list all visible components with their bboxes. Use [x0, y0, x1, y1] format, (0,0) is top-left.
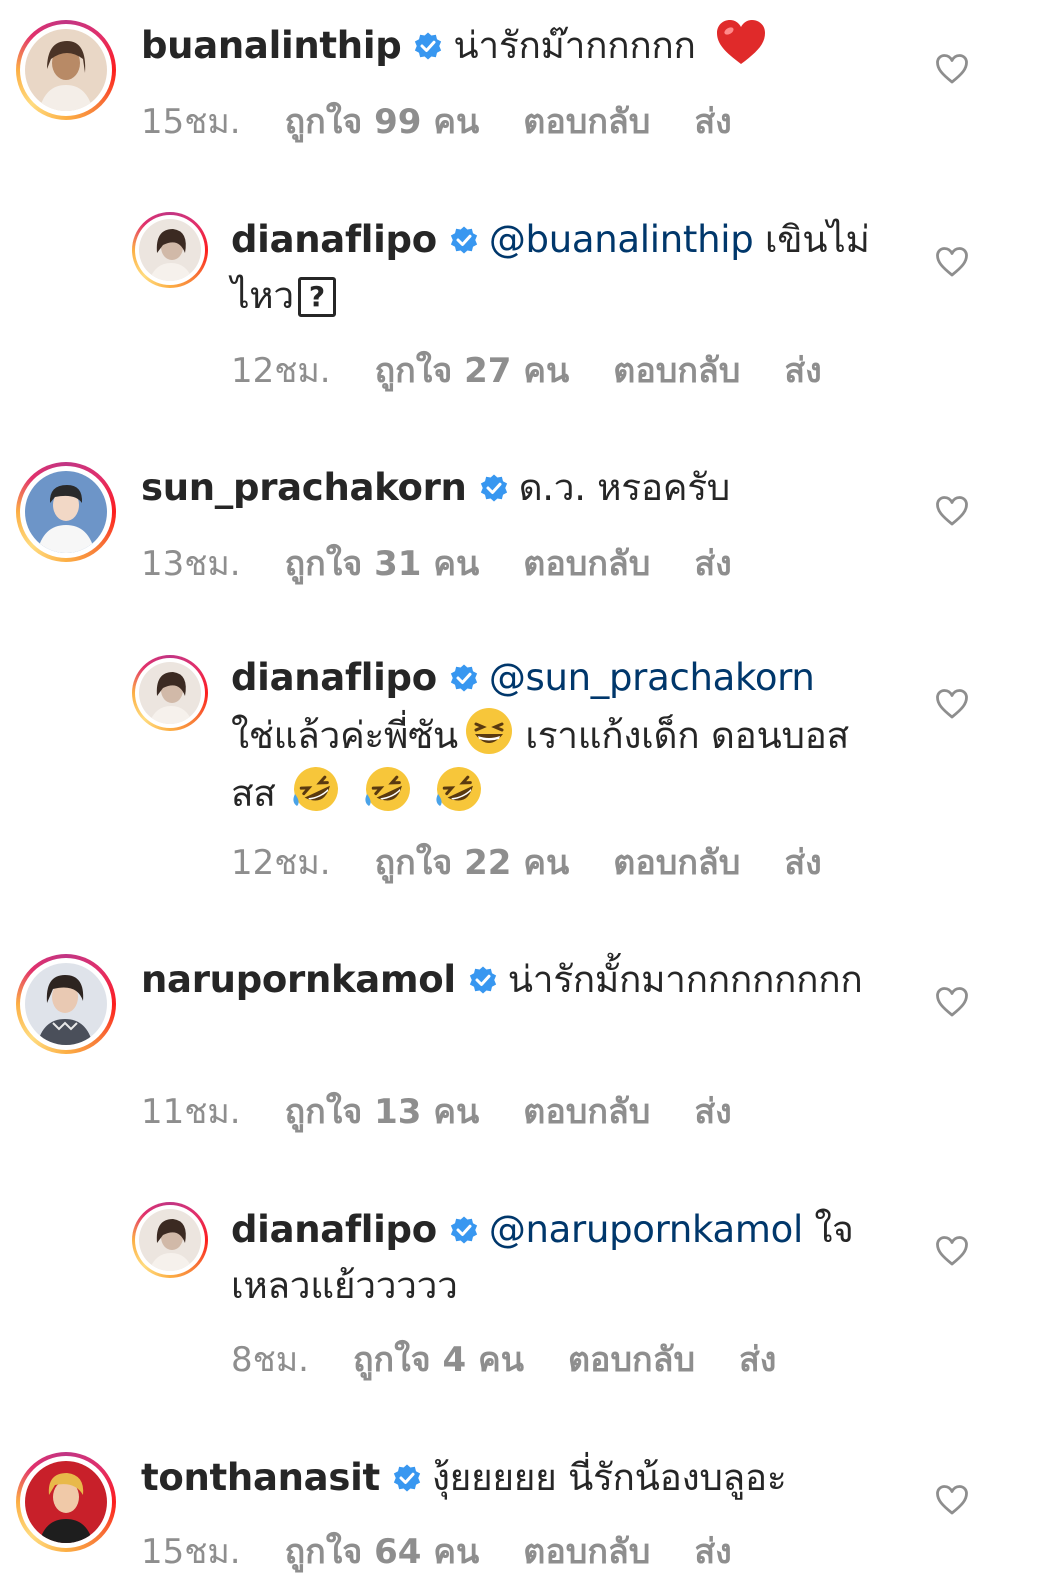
comment-body: น่ารักม๊ากกกกก	[453, 24, 696, 67]
comment-username[interactable]: buanalinthip	[141, 24, 402, 67]
comment-body: ด.ว. หรอครับ	[518, 466, 731, 509]
like-heart-icon[interactable]	[935, 1484, 969, 1516]
likes-count[interactable]: ถูกใจ 13 คน	[285, 1092, 480, 1132]
reply-button[interactable]: ตอบกลับ	[523, 1532, 650, 1572]
avatar-story-ring[interactable]	[132, 1202, 208, 1278]
reply-button[interactable]: ตอบกลับ	[613, 843, 740, 883]
comment-body: งุ้ยยยยย นี่รักน้องบลูอะ	[431, 1456, 787, 1499]
send-button[interactable]: ส่ง	[694, 1532, 731, 1572]
comment-time: 13ชม.	[141, 544, 241, 584]
comment-body: น่ารักมั้กมากกกกกกกก	[507, 958, 863, 1001]
reply-button[interactable]: ตอบกลับ	[613, 351, 740, 391]
avatar	[25, 29, 107, 111]
like-heart-icon[interactable]	[935, 1235, 969, 1267]
send-button[interactable]: ส่ง	[739, 1340, 776, 1380]
reply-button[interactable]: ตอบกลับ	[568, 1340, 695, 1380]
avatar	[25, 963, 107, 1045]
likes-count[interactable]: ถูกใจ 31 คน	[285, 544, 480, 584]
comment-username[interactable]: dianaflipo	[231, 218, 437, 261]
verified-badge-icon	[450, 1216, 477, 1244]
comment-text: tonthanasit งุ้ยยยยย นี่รักน้องบลูอะ	[141, 1450, 881, 1506]
like-heart-icon[interactable]	[935, 53, 969, 85]
comment-username[interactable]: tonthanasit	[141, 1456, 380, 1499]
comment-text: narupornkamol น่ารักมั้กมากกกกกกกก	[141, 952, 881, 1008]
laughing-emoji-group	[289, 764, 486, 830]
comment-meta: 12ชม. ถูกใจ 22 คน ตอบกลับ ส่ง	[231, 835, 866, 889]
avatar	[139, 219, 201, 281]
send-button[interactable]: ส่ง	[694, 102, 731, 142]
verified-badge-icon	[415, 32, 442, 60]
reply-button[interactable]: ตอบกลับ	[523, 1092, 650, 1132]
like-heart-icon[interactable]	[935, 986, 969, 1018]
mention-link[interactable]: @buanalinthip	[489, 218, 754, 261]
avatar	[139, 1209, 201, 1271]
avatar	[139, 662, 201, 724]
comment-time: 12ชม.	[231, 351, 331, 391]
avatar-story-ring[interactable]	[132, 655, 208, 731]
comment-text: dianaflipo @narupornkamol ใจเหลวแย้ววววว	[231, 1202, 881, 1314]
comment-username[interactable]: dianaflipo	[231, 1208, 437, 1251]
send-button[interactable]: ส่ง	[694, 1092, 731, 1132]
comment-meta: 11ชม. ถูกใจ 13 คน ตอบกลับ ส่ง	[141, 1084, 776, 1138]
red-heart-emoji-icon	[717, 20, 766, 64]
reply-button[interactable]: ตอบกลับ	[523, 102, 650, 142]
avatar-story-ring[interactable]	[16, 462, 116, 562]
avatar-story-ring[interactable]	[132, 212, 208, 288]
comment-meta: 12ชม. ถูกใจ 27 คน ตอบกลับ ส่ง	[231, 343, 866, 397]
comment-meta: 15ชม. ถูกใจ 64 คน ตอบกลับ ส่ง	[141, 1524, 776, 1578]
verified-badge-icon	[469, 966, 496, 994]
comment-meta: 13ชม. ถูกใจ 31 คน ตอบกลับ ส่ง	[141, 536, 776, 590]
comment-text: buanalinthip น่ารักม๊ากกกกก	[141, 18, 881, 74]
likes-count[interactable]: ถูกใจ 22 คน	[375, 843, 570, 883]
like-heart-icon[interactable]	[935, 688, 969, 720]
send-button[interactable]: ส่ง	[784, 843, 821, 883]
verified-badge-icon	[480, 474, 507, 502]
comment-time: 15ชม.	[141, 1532, 241, 1572]
likes-count[interactable]: ถูกใจ 99 คน	[285, 102, 480, 142]
comment-username[interactable]: dianaflipo	[231, 656, 437, 699]
likes-count[interactable]: ถูกใจ 27 คน	[375, 351, 570, 391]
comment-meta: 8ชม. ถูกใจ 4 คน ตอบกลับ ส่ง	[231, 1332, 820, 1386]
comment-text: dianaflipo @buanalinthip เขินไม่ไหว?	[231, 212, 881, 324]
send-button[interactable]: ส่ง	[694, 544, 731, 584]
avatar-story-ring[interactable]	[16, 1452, 116, 1552]
comment-meta: 15ชม. ถูกใจ 99 คน ตอบกลับ ส่ง	[141, 94, 776, 148]
comment-time: 11ชม.	[141, 1092, 241, 1132]
mention-link[interactable]: @sun_prachakorn	[489, 656, 815, 699]
comment-time: 15ชม.	[141, 102, 241, 142]
unknown-glyph-icon: ?	[297, 277, 336, 317]
likes-count[interactable]: ถูกใจ 64 คน	[285, 1532, 480, 1572]
avatar-story-ring[interactable]	[16, 20, 116, 120]
comment-username[interactable]: narupornkamol	[141, 958, 456, 1001]
comment-time: 8ชม.	[231, 1340, 309, 1380]
comment-body: ใช่แล้วค่ะพี่ซัน	[231, 714, 458, 757]
comment-text: sun_prachakorn ด.ว. หรอครับ	[141, 460, 881, 516]
avatar	[25, 471, 107, 553]
reply-button[interactable]: ตอบกลับ	[523, 544, 650, 584]
mention-link[interactable]: @narupornkamol	[489, 1208, 803, 1251]
verified-badge-icon	[450, 664, 477, 692]
comment-username[interactable]: sun_prachakorn	[141, 466, 467, 509]
grinning-squinting-emoji-icon	[465, 708, 512, 754]
rolling-laughing-emoji-icon	[436, 767, 481, 811]
rolling-laughing-emoji-icon	[364, 767, 410, 811]
comment-time: 12ชม.	[231, 843, 331, 883]
rolling-laughing-emoji-icon	[293, 767, 339, 811]
avatar-story-ring[interactable]	[16, 954, 116, 1054]
send-button[interactable]: ส่ง	[784, 351, 821, 391]
likes-count[interactable]: ถูกใจ 4 คน	[353, 1340, 524, 1380]
avatar	[25, 1461, 107, 1543]
comment-text: dianaflipo @sun_prachakorn ใช่แล้วค่ะพี่ซ…	[231, 650, 881, 830]
verified-badge-icon	[450, 226, 477, 254]
like-heart-icon[interactable]	[935, 246, 969, 278]
like-heart-icon[interactable]	[935, 495, 969, 527]
verified-badge-icon	[393, 1464, 420, 1492]
